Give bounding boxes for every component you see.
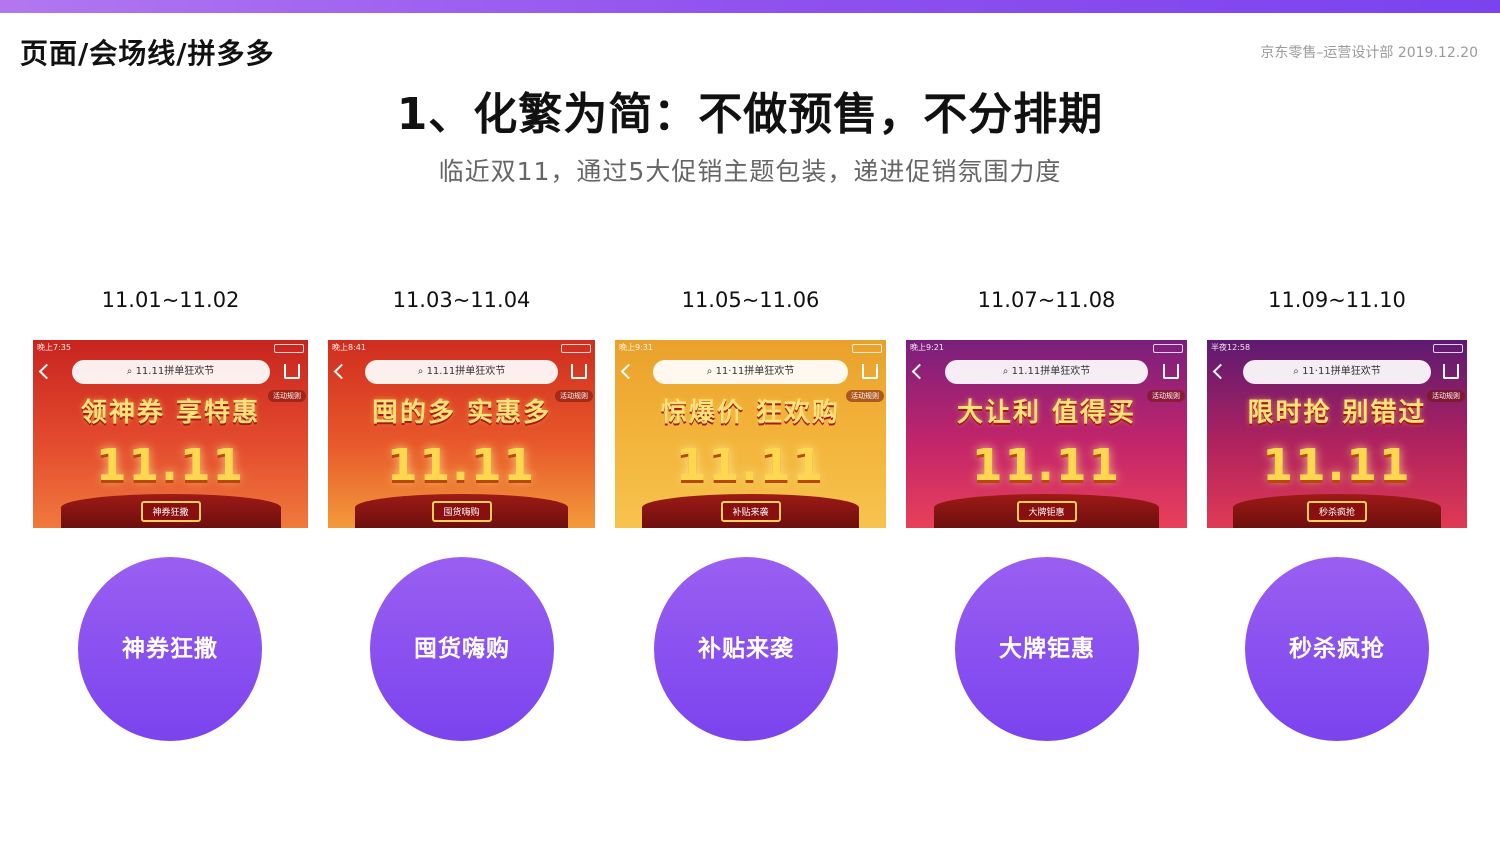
share-icon bbox=[1163, 364, 1179, 379]
battery-icon bbox=[561, 344, 591, 353]
banner-plaque: 囤货嗨购 bbox=[431, 501, 492, 522]
share-icon bbox=[862, 364, 878, 379]
phase-banner-screenshot: 晚上9:31 ⌕ 11·11拼单狂欢节 活动规则 惊爆价 狂欢购 11.11 补… bbox=[615, 340, 886, 528]
back-arrow-icon bbox=[620, 363, 637, 380]
back-arrow-icon bbox=[911, 363, 928, 380]
phase-banner-screenshot: 晚上8:41 ⌕ 11.11拼单狂欢节 活动规则 囤的多 实惠多 11.11 囤… bbox=[328, 340, 595, 528]
phase-banner-screenshot: 半夜12:58 ⌕ 11·11拼单狂欢节 活动规则 限时抢 别错过 11.11 … bbox=[1207, 340, 1467, 528]
banner-slogan: 限时抢 别错过 bbox=[1247, 398, 1427, 428]
theme-circle-2: 囤货嗨购 bbox=[370, 557, 554, 741]
theme-circle-3: 补贴来袭 bbox=[654, 557, 838, 741]
search-bar: ⌕ 11.11拼单狂欢节 bbox=[71, 360, 270, 384]
status-bar: 晚上9:21 bbox=[910, 342, 1183, 354]
status-bar: 晚上8:41 bbox=[332, 342, 591, 354]
theme-circle-1: 神券狂撒 bbox=[78, 557, 262, 741]
status-bar: 晚上9:31 bbox=[619, 342, 882, 354]
banner-1111-logo: 11.11 bbox=[1262, 440, 1412, 491]
banner-plaque: 神券狂撒 bbox=[140, 501, 201, 522]
battery-icon bbox=[1433, 344, 1463, 353]
banner-1111-logo: 11.11 bbox=[971, 440, 1122, 491]
banner-slogan: 惊爆价 狂欢购 bbox=[660, 398, 841, 428]
phase-banner-screenshot: 晚上7:35 ⌕ 11.11拼单狂欢节 活动规则 领神券 享特惠 11.11 神… bbox=[33, 340, 308, 528]
banner-plaque: 秒杀疯抢 bbox=[1306, 501, 1368, 522]
share-icon bbox=[571, 364, 587, 379]
phase-date: 11.09~11.10 bbox=[1268, 288, 1406, 312]
battery-icon bbox=[852, 344, 882, 353]
back-arrow-icon bbox=[333, 363, 350, 380]
status-bar: 半夜12:58 bbox=[1211, 342, 1463, 354]
back-arrow-icon bbox=[1212, 363, 1229, 380]
search-bar: ⌕ 11·11拼单狂欢节 bbox=[652, 360, 849, 384]
banner-slogan: 囤的多 实惠多 bbox=[371, 398, 552, 428]
phase-date: 11.03~11.04 bbox=[392, 288, 531, 312]
battery-icon bbox=[1153, 344, 1183, 353]
theme-circle-5: 秒杀疯抢 bbox=[1245, 557, 1429, 741]
phase-banner-screenshot: 晚上9:21 ⌕ 11.11拼单狂欢节 活动规则 大让利 值得买 11.11 大… bbox=[906, 340, 1187, 528]
banner-plaque: 大牌钜惠 bbox=[1016, 501, 1077, 522]
share-icon bbox=[1443, 364, 1459, 379]
banner-1111-logo: 11.11 bbox=[675, 440, 826, 491]
search-bar: ⌕ 11.11拼单狂欢节 bbox=[365, 360, 558, 384]
back-arrow-icon bbox=[38, 363, 55, 380]
search-bar: ⌕ 11·11拼单狂欢节 bbox=[1243, 360, 1431, 384]
banner-plaque: 补贴来袭 bbox=[720, 501, 781, 522]
banner-slogan: 领神券 享特惠 bbox=[80, 398, 261, 428]
status-bar: 晚上7:35 bbox=[37, 342, 304, 354]
phase-date: 11.05~11.06 bbox=[681, 288, 820, 312]
banner-slogan: 大让利 值得买 bbox=[956, 398, 1137, 428]
theme-circle-4: 大牌钜惠 bbox=[955, 557, 1139, 741]
banner-1111-logo: 11.11 bbox=[95, 440, 246, 491]
share-icon bbox=[284, 364, 300, 379]
phase-date: 11.07~11.08 bbox=[977, 288, 1116, 312]
banner-1111-logo: 11.11 bbox=[386, 440, 537, 491]
battery-icon bbox=[274, 344, 304, 353]
search-bar: ⌕ 11.11拼单狂欢节 bbox=[945, 360, 1148, 384]
phase-date: 11.01~11.02 bbox=[101, 288, 240, 312]
